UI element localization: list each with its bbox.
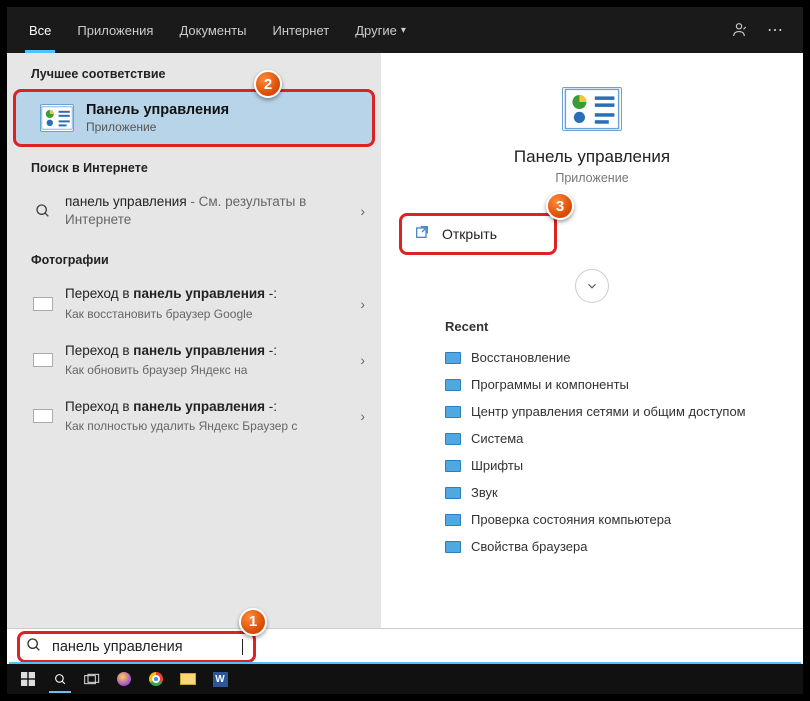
more-options-icon[interactable]: ⋯ <box>757 12 793 48</box>
web-search-header: Поиск в Интернете <box>7 147 381 183</box>
recent-item[interactable]: Система <box>445 425 785 452</box>
best-match-header: Лучшее соответствие <box>7 53 381 89</box>
open-icon <box>414 224 430 244</box>
chevron-right-icon: › <box>360 352 371 368</box>
cpl-item-icon <box>445 406 461 418</box>
results-panel: Лучшее соответствие Панель управления Пр… <box>7 53 381 628</box>
annotation-badge-3: 3 <box>546 192 574 220</box>
recent-item[interactable]: Центр управления сетями и общим доступом <box>445 398 785 425</box>
expand-button[interactable] <box>575 269 609 303</box>
chevron-right-icon: › <box>360 203 371 219</box>
photos-header: Фотографии <box>7 239 381 275</box>
feedback-icon[interactable] <box>721 12 757 48</box>
cpl-item-icon <box>445 541 461 553</box>
cpl-item-icon <box>445 487 461 499</box>
taskbar-yandex[interactable] <box>109 665 139 693</box>
tab-more[interactable]: Другие▾ <box>343 7 418 53</box>
preview-panel: Панель управления Приложение Открыть 3 R… <box>381 53 803 628</box>
cpl-item-icon <box>445 379 461 391</box>
photo-thumb-icon <box>33 297 53 311</box>
control-panel-icon <box>40 104 74 132</box>
recent-header: Recent <box>445 319 785 334</box>
annotation-badge-1: 1 <box>239 608 267 636</box>
chevron-down-icon: ▾ <box>401 25 406 36</box>
annotation-badge-2: 2 <box>254 70 282 98</box>
preview-subtitle: Приложение <box>399 171 785 185</box>
taskbar-start[interactable] <box>13 665 43 693</box>
recent-item[interactable]: Проверка состояния компьютера <box>445 506 785 533</box>
control-panel-large-icon <box>562 87 622 131</box>
recent-item[interactable]: Восстановление <box>445 344 785 371</box>
cpl-item-icon <box>445 352 461 364</box>
best-match-title: Панель управления <box>86 102 229 118</box>
tab-apps[interactable]: Приложения <box>65 7 165 53</box>
recent-item[interactable]: Шрифты <box>445 452 785 479</box>
search-input[interactable] <box>52 639 232 655</box>
taskbar-word[interactable]: W <box>205 665 235 693</box>
chevron-right-icon: › <box>360 296 371 312</box>
taskbar-explorer[interactable] <box>173 665 203 693</box>
taskbar-chrome[interactable] <box>141 665 171 693</box>
open-label: Открыть <box>442 226 497 242</box>
photo-thumb-icon <box>33 409 53 423</box>
tab-all[interactable]: Все <box>17 7 63 53</box>
web-search-item[interactable]: панель управления - См. результаты в Инт… <box>7 183 381 239</box>
taskbar: W <box>7 664 803 694</box>
taskbar-taskview[interactable] <box>77 665 107 693</box>
search-icon <box>33 203 53 219</box>
cpl-item-icon <box>445 433 461 445</box>
photo-result-3[interactable]: Переход в панель управления -:Как полнос… <box>7 388 381 444</box>
search-bar: 1 <box>7 628 803 664</box>
photo-thumb-icon <box>33 353 53 367</box>
search-tabs-bar: Все Приложения Документы Интернет Другие… <box>7 7 803 53</box>
chevron-right-icon: › <box>360 408 371 424</box>
open-action[interactable]: Открыть 3 <box>399 213 557 255</box>
best-match-item[interactable]: Панель управления Приложение 2 <box>13 89 375 147</box>
tab-documents[interactable]: Документы <box>167 7 258 53</box>
cpl-item-icon <box>445 460 461 472</box>
photo-result-1[interactable]: Переход в панель управления -:Как восста… <box>7 275 381 331</box>
search-icon <box>26 637 42 657</box>
best-match-subtitle: Приложение <box>86 120 229 134</box>
preview-title: Панель управления <box>399 147 785 167</box>
cpl-item-icon <box>445 514 461 526</box>
recent-item[interactable]: Свойства браузера <box>445 533 785 560</box>
text-caret <box>242 639 243 655</box>
photo-result-2[interactable]: Переход в панель управления -:Как обнови… <box>7 332 381 388</box>
tab-web[interactable]: Интернет <box>260 7 341 53</box>
recent-item[interactable]: Звук <box>445 479 785 506</box>
recent-item[interactable]: Программы и компоненты <box>445 371 785 398</box>
taskbar-search[interactable] <box>45 665 75 693</box>
